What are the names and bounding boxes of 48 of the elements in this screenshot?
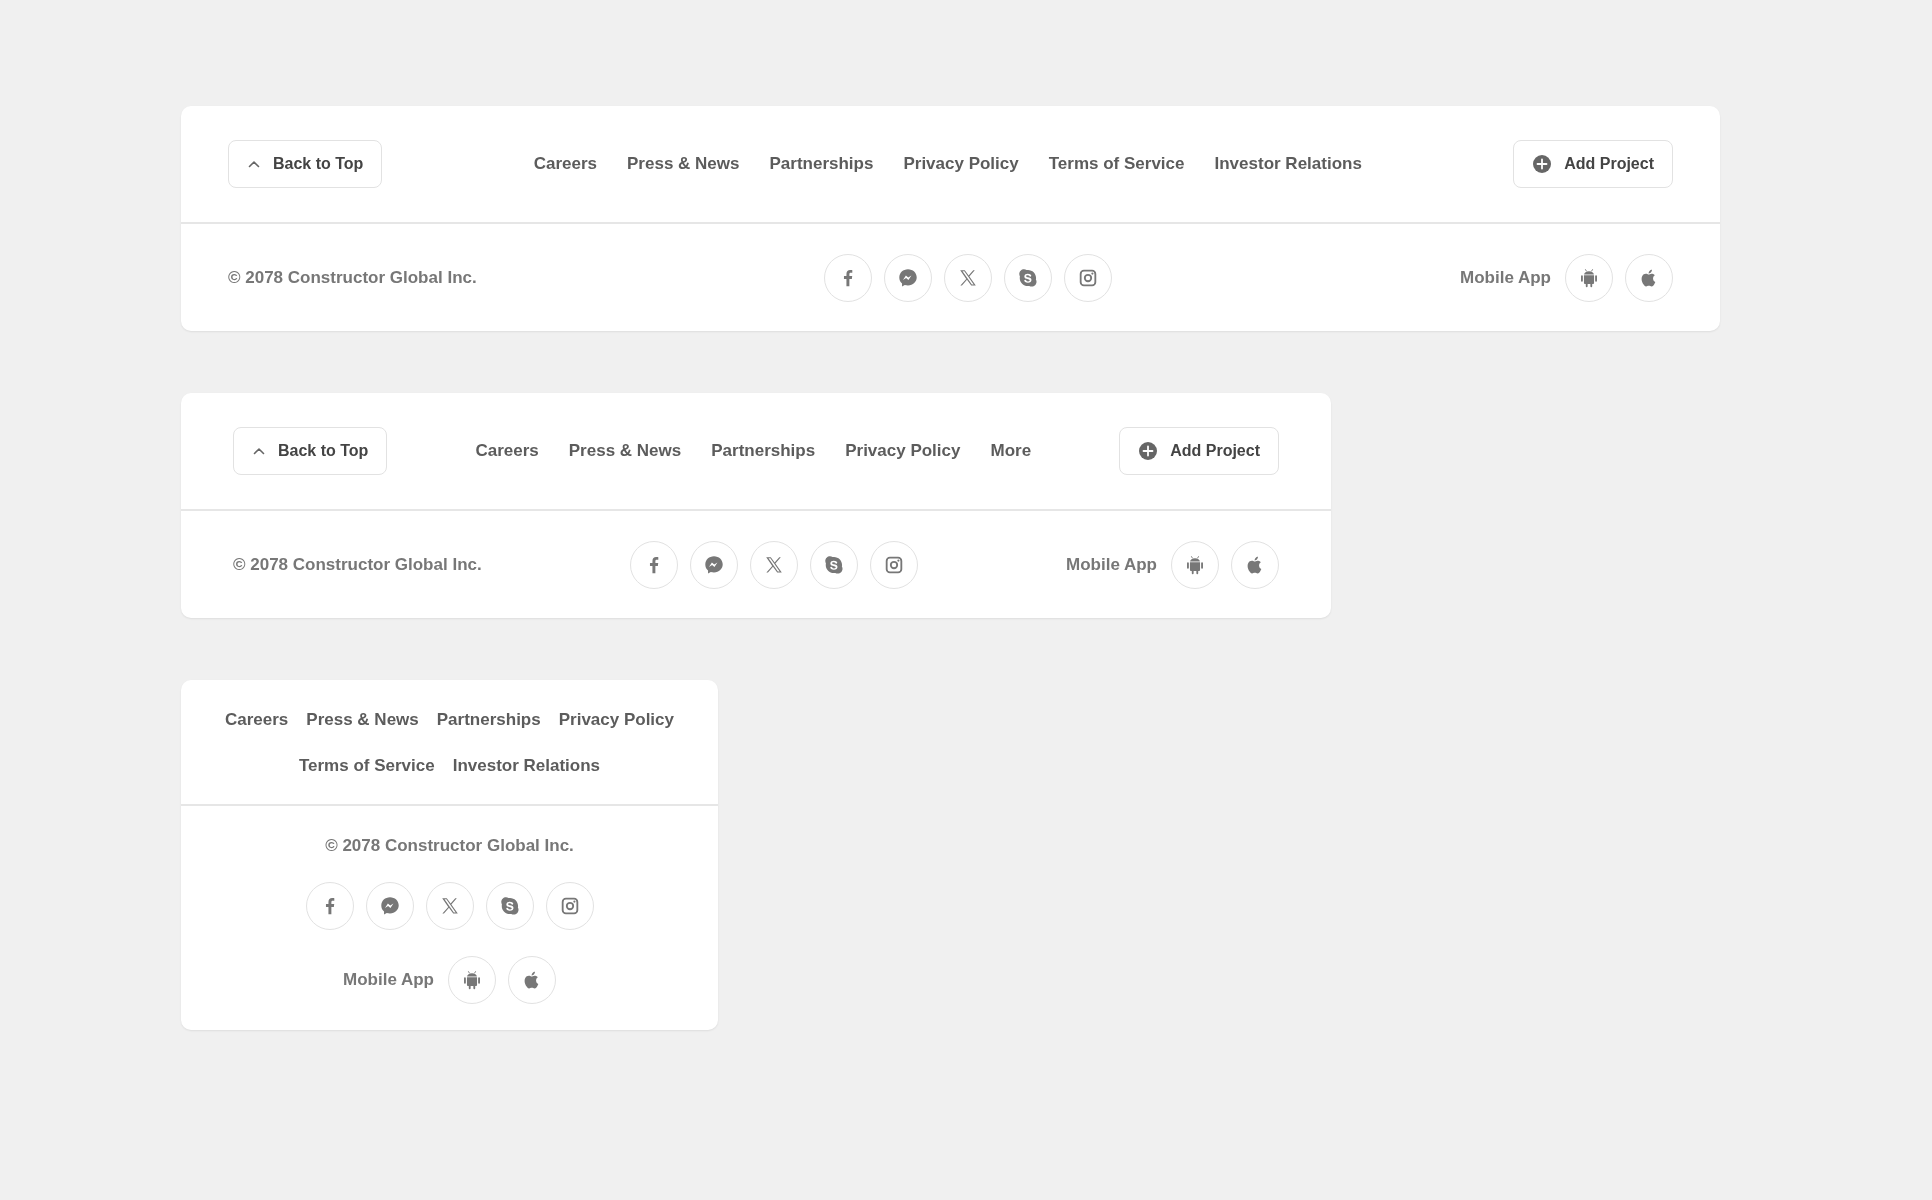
android-button[interactable] xyxy=(1565,253,1613,302)
android-button[interactable] xyxy=(1171,540,1219,589)
footer-link[interactable]: Privacy Policy xyxy=(903,154,1019,174)
add-project-button[interactable]: Add Project xyxy=(1119,427,1279,475)
android-icon xyxy=(461,969,483,991)
add-project-button[interactable]: Add Project xyxy=(1513,140,1673,188)
instagram-button[interactable] xyxy=(545,882,594,930)
copyright-text: © 2078 Constructor Global Inc. xyxy=(325,836,574,856)
apple-button[interactable] xyxy=(508,956,556,1004)
copyright-text: © 2078 Constructor Global Inc. xyxy=(228,267,477,288)
x-logo-button[interactable] xyxy=(425,882,474,930)
skype-icon xyxy=(498,895,521,917)
android-icon xyxy=(1184,553,1206,576)
skype-button[interactable] xyxy=(485,882,534,930)
footer-link[interactable]: Press & News xyxy=(568,441,682,461)
footer-link[interactable]: More xyxy=(990,441,1032,461)
footer-link[interactable]: Investor Relations xyxy=(452,756,601,776)
messenger-button[interactable] xyxy=(365,882,414,930)
skype-icon xyxy=(822,553,845,576)
footer-link[interactable]: Press & News xyxy=(627,154,740,174)
footer-link[interactable]: Terms of Service xyxy=(298,756,435,776)
plus-circle-icon xyxy=(1532,154,1553,174)
apple-button[interactable] xyxy=(1625,253,1673,302)
plus-circle-icon xyxy=(1138,441,1159,461)
footer-link[interactable]: Careers xyxy=(225,710,289,730)
back-to-top-button[interactable]: Back to Top xyxy=(233,427,388,475)
messenger-icon xyxy=(378,895,401,917)
mobile-app-label: Mobile App xyxy=(343,970,434,990)
mobile-app-label: Mobile App xyxy=(1066,554,1157,575)
copyright-text: © 2078 Constructor Global Inc. xyxy=(233,554,482,575)
footer-link[interactable]: Careers xyxy=(533,154,598,174)
apple-button[interactable] xyxy=(1231,540,1279,589)
footer-link[interactable]: Partnerships xyxy=(769,154,874,174)
android-icon xyxy=(1578,266,1600,289)
footer-link[interactable]: Privacy Policy xyxy=(845,441,961,461)
footer-link[interactable]: Investor Relations xyxy=(1214,154,1362,174)
footer-link[interactable]: Careers xyxy=(475,441,539,461)
footer-link[interactable]: Terms of Service xyxy=(1048,154,1185,174)
messenger-icon xyxy=(897,266,920,289)
footer-link[interactable]: Partnerships xyxy=(711,441,816,461)
facebook-button[interactable] xyxy=(305,882,354,930)
back-to-top-button[interactable]: Back to Top xyxy=(228,140,383,188)
footer-link[interactable]: Partnerships xyxy=(436,710,541,730)
android-button[interactable] xyxy=(448,956,496,1004)
mobile-app-label: Mobile App xyxy=(1460,267,1551,288)
messenger-icon xyxy=(702,553,725,576)
footer-link[interactable]: Privacy Policy xyxy=(558,710,674,730)
footer-link[interactable]: Press & News xyxy=(306,710,419,730)
